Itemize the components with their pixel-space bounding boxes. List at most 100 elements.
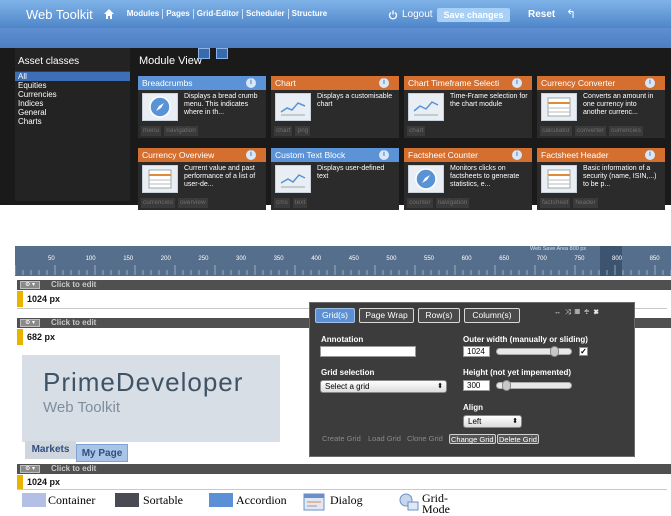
sidebar-item-equities[interactable]: Equities [15, 81, 130, 90]
row-header[interactable] [17, 464, 671, 474]
list-view-icon[interactable] [198, 48, 210, 59]
info-icon[interactable]: i [246, 150, 256, 160]
grid-view-icon[interactable] [216, 48, 228, 59]
toolbar-strip [0, 28, 671, 48]
ruler-label: 250 [198, 256, 209, 262]
reset-button[interactable]: Reset [528, 9, 555, 20]
undo-icon[interactable]: ↰ [566, 7, 576, 21]
change-grid-button[interactable]: Change Grid [449, 434, 496, 444]
card-body: Time-Frame selection for the chart modul… [404, 90, 532, 123]
tab-rows[interactable]: Row(s) [418, 308, 460, 323]
tag[interactable]: cms [274, 198, 290, 208]
tag[interactable]: converter [574, 126, 606, 136]
card-header: Breadcrumbs i [138, 76, 266, 90]
info-icon[interactable]: i [645, 78, 655, 88]
select-arrow-icon: ⬍ [512, 418, 518, 425]
ruler-label: 750 [574, 256, 585, 262]
row-width: 1024 px [27, 477, 61, 487]
tag[interactable]: navigation [435, 198, 470, 208]
tag[interactable]: currencies [608, 126, 643, 136]
clone-grid-button[interactable]: Clone Grid [406, 434, 444, 444]
gear-icon[interactable]: ⚙ ▾ [20, 465, 40, 473]
tag[interactable]: png [295, 126, 311, 136]
nav-modules[interactable]: Modules [124, 9, 164, 19]
tag[interactable]: menu [141, 126, 162, 136]
resize-icon[interactable]: ↔ [554, 309, 565, 316]
nav-structure[interactable]: Structure [289, 9, 331, 19]
info-icon[interactable]: i [246, 78, 256, 88]
save-changes-button[interactable]: Save changes [437, 8, 510, 22]
sidebar-item-currencies[interactable]: Currencies [15, 90, 130, 99]
tag[interactable]: calculator [540, 126, 572, 136]
card-tags: calculator converter currencies [537, 126, 665, 136]
grid-icon[interactable]: ▦ [575, 309, 584, 316]
close-icon[interactable]: ✖ [593, 309, 602, 316]
tab-markets[interactable]: Markets [25, 441, 76, 459]
card-description: Monitors clicks on factsheets to generat… [450, 165, 520, 188]
click-to-edit[interactable]: Click to edit [51, 318, 96, 327]
height-slider-thumb[interactable] [502, 380, 511, 391]
table-thumbnail-icon [541, 93, 577, 121]
module-card[interactable]: Chart i Displays a customisable chart cha… [271, 76, 399, 138]
logout-button[interactable]: Logout [388, 9, 433, 20]
module-card[interactable]: Currency Overview i Current value and pas… [138, 148, 266, 210]
nav-scheduler[interactable]: Scheduler [243, 9, 289, 19]
load-grid-button[interactable]: Load Grid [367, 434, 402, 444]
outer-width-label: Outer width (manually or sliding) [463, 335, 588, 344]
tab-grids[interactable]: Grid(s) [315, 308, 355, 323]
delete-grid-button[interactable]: Delete Grid [497, 434, 539, 444]
click-to-edit[interactable]: Click to edit [51, 464, 96, 473]
height-input[interactable]: 300 [463, 380, 490, 391]
shuffle-icon[interactable]: ⤨ [565, 309, 575, 316]
module-card[interactable]: Breadcrumbs i Displays a bread crumb menu… [138, 76, 266, 138]
outer-width-input[interactable]: 1024 [463, 346, 490, 357]
module-card[interactable]: Currency Converter i Converts an amount i… [537, 76, 665, 138]
align-select[interactable]: Left ⬍ [463, 415, 522, 428]
collapse-panel-icon[interactable] [428, 220, 440, 228]
nav-pages[interactable]: Pages [163, 9, 194, 19]
ruler-label: 400 [311, 256, 322, 262]
tab-page-wrap[interactable]: Page Wrap [359, 308, 414, 323]
click-to-edit[interactable]: Click to edit [51, 280, 96, 289]
annotation-input[interactable] [320, 346, 416, 357]
tag[interactable]: navigation [164, 126, 198, 136]
tag[interactable]: currencies [141, 198, 175, 208]
gear-icon[interactable]: ⚙ ▾ [20, 319, 40, 327]
ruler-label: 200 [160, 256, 171, 262]
create-grid-button[interactable]: Create Grid [321, 434, 362, 444]
card-body: Current value and past performance of a … [138, 162, 266, 195]
tag[interactable]: text [292, 198, 308, 208]
grid-select[interactable]: Select a grid ⬍ [320, 380, 447, 393]
tab-my-page[interactable]: My Page [76, 444, 128, 462]
card-tags: currencies overview [138, 198, 266, 208]
sidebar-item-general[interactable]: General [15, 108, 130, 117]
info-icon[interactable]: i [512, 150, 522, 160]
module-card[interactable]: Factsheet Header i Basic information of a… [537, 148, 665, 210]
home-icon[interactable] [103, 8, 115, 20]
outer-width-checkbox[interactable]: ✓ [579, 347, 588, 356]
tag[interactable]: factsheet [540, 198, 571, 208]
info-icon[interactable]: i [379, 150, 389, 160]
outer-width-slider-thumb[interactable] [550, 346, 559, 357]
tag[interactable]: counter [407, 198, 433, 208]
sidebar-item-all[interactable]: All [15, 72, 130, 81]
ruler-label: 50 [48, 256, 55, 262]
tab-columns[interactable]: Column(s) [464, 308, 520, 323]
tag[interactable]: header [573, 198, 598, 208]
tag[interactable]: overview [177, 198, 208, 208]
outer-width-slider[interactable] [496, 348, 572, 355]
module-card[interactable]: Chart Timeframe Selecti i Time-Frame sele… [404, 76, 532, 138]
sidebar-item-charts[interactable]: Charts [15, 117, 130, 126]
info-icon[interactable]: i [512, 78, 522, 88]
module-card[interactable]: Factsheet Counter i Monitors clicks on fa… [404, 148, 532, 210]
module-card[interactable]: Custom Text Block i Displays user-defined… [271, 148, 399, 210]
info-icon[interactable]: i [645, 150, 655, 160]
card-title: Currency Converter [541, 78, 616, 88]
gear-icon[interactable]: ⚙ ▾ [20, 281, 40, 289]
tag[interactable]: chart [407, 126, 426, 136]
tag[interactable]: chart [274, 126, 293, 136]
nav-grid-editor[interactable]: Grid-Editor [194, 9, 243, 19]
row-header[interactable] [17, 280, 671, 290]
info-icon[interactable]: i [379, 78, 389, 88]
sidebar-item-indices[interactable]: Indices [15, 99, 130, 108]
